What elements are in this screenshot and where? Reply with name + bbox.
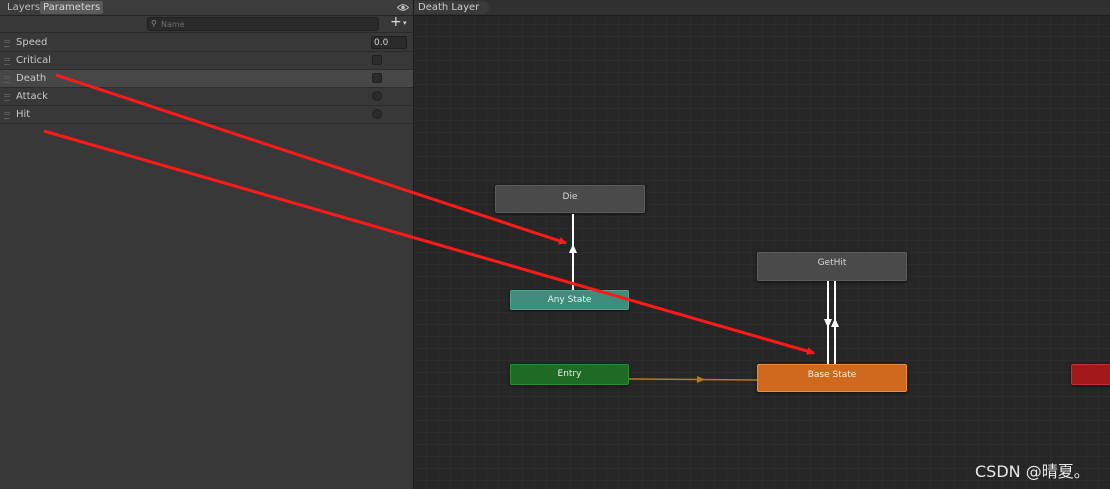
search-input[interactable] (161, 18, 371, 30)
parameter-row-attack[interactable]: Attack (0, 88, 413, 106)
graph-header: Death Layer (414, 0, 1110, 16)
add-parameter-button[interactable]: + ▾ (389, 14, 411, 31)
state-node-entry[interactable]: Entry (510, 364, 629, 385)
drag-handle-icon[interactable] (4, 112, 10, 119)
drag-handle-icon[interactable] (4, 40, 10, 47)
state-node-base-state[interactable]: Base State (757, 364, 907, 392)
chevron-down-icon: ▾ (403, 19, 407, 27)
state-node-die[interactable]: Die (495, 185, 645, 213)
parameter-row-hit[interactable]: Hit (0, 106, 413, 124)
plus-icon: + (390, 14, 402, 30)
bool-checkbox[interactable] (372, 73, 382, 83)
trigger-radio[interactable] (372, 91, 382, 101)
panel-toolbar: Layers Parameters (0, 0, 413, 16)
parameter-name[interactable]: Critical (16, 52, 51, 69)
parameter-name[interactable]: Attack (16, 88, 48, 105)
state-machine-graph[interactable]: Death Layer Die GetHit Any State Entry B… (414, 0, 1110, 489)
layer-breadcrumb[interactable]: Death Layer (414, 1, 490, 14)
bool-checkbox[interactable] (372, 55, 382, 65)
parameter-row-critical[interactable]: Critical (0, 52, 413, 70)
float-value-field[interactable]: 0.0 (371, 36, 407, 49)
watermark-text: CSDN @晴夏。 (975, 462, 1090, 481)
parameter-name[interactable]: Death (16, 70, 46, 87)
parameter-name[interactable]: Speed (16, 34, 47, 51)
parameter-row-speed[interactable]: Speed 0.0 (0, 34, 413, 52)
drag-handle-icon[interactable] (4, 94, 10, 101)
trigger-radio[interactable] (372, 109, 382, 119)
eye-icon[interactable] (397, 3, 409, 12)
parameter-search-field[interactable]: ⚲ (147, 17, 379, 31)
parameter-search-row: ⚲ + ▾ (0, 14, 413, 33)
drag-handle-icon[interactable] (4, 76, 10, 83)
state-node-exit[interactable] (1071, 364, 1110, 385)
animator-window: Layers Parameters ⚲ + ▾ Speed 0.0 (0, 0, 1110, 489)
parameter-name[interactable]: Hit (16, 106, 30, 123)
drag-handle-icon[interactable] (4, 58, 10, 65)
tab-parameters[interactable]: Parameters (40, 1, 104, 14)
parameters-panel: Layers Parameters ⚲ + ▾ Speed 0.0 (0, 0, 414, 489)
state-node-gethit[interactable]: GetHit (757, 252, 907, 281)
state-node-any-state[interactable]: Any State (510, 290, 629, 310)
parameter-row-death[interactable]: Death (0, 70, 413, 88)
tab-layers[interactable]: Layers (4, 1, 43, 14)
search-icon: ⚲ (151, 19, 157, 28)
